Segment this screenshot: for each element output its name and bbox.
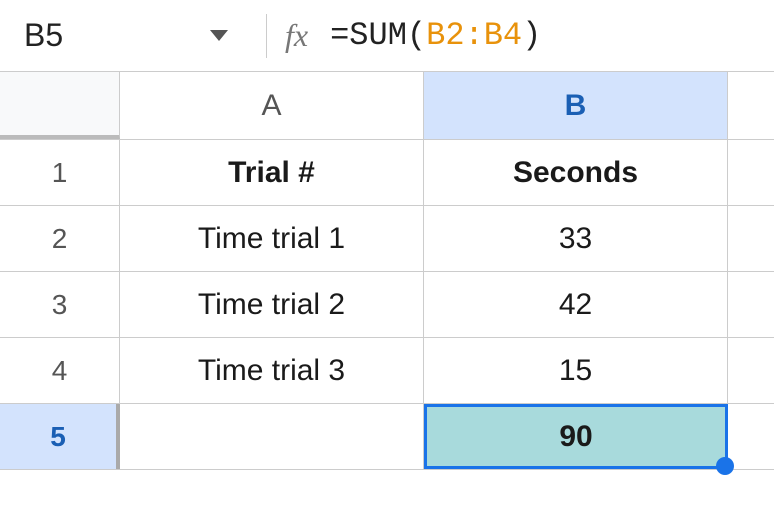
formula-input[interactable]: =SUM(B2:B4) (330, 17, 541, 54)
cell-b2[interactable]: 33 (424, 206, 728, 271)
table-row: 2 Time trial 1 33 (0, 206, 774, 272)
divider (266, 14, 267, 58)
row-header-5[interactable]: 5 (0, 404, 120, 469)
formula-prefix: =SUM( (330, 17, 426, 54)
row-header-3[interactable]: 3 (0, 272, 120, 337)
cell-b5-value: 90 (559, 420, 592, 454)
cell-a3[interactable]: Time trial 2 (120, 272, 424, 337)
cell-a4[interactable]: Time trial 3 (120, 338, 424, 403)
cell-a5[interactable] (120, 404, 424, 469)
cell-reference-box[interactable]: B5 (10, 17, 210, 54)
column-header-a[interactable]: A (120, 72, 424, 139)
fx-icon[interactable]: fx (285, 17, 308, 54)
cell-b4[interactable]: 15 (424, 338, 728, 403)
column-header-row: A B (0, 72, 774, 140)
select-all-corner[interactable] (0, 72, 120, 139)
cell-b3[interactable]: 42 (424, 272, 728, 337)
row-header-2[interactable]: 2 (0, 206, 120, 271)
table-row: 5 90 (0, 404, 774, 470)
table-row: 3 Time trial 2 42 (0, 272, 774, 338)
cell-b5-selected[interactable]: 90 (424, 404, 728, 469)
dropdown-icon[interactable] (210, 30, 228, 41)
column-header-b[interactable]: B (424, 72, 728, 139)
cell-a2[interactable]: Time trial 1 (120, 206, 424, 271)
formula-suffix: ) (522, 17, 541, 54)
table-row: 1 Trial # Seconds (0, 140, 774, 206)
table-row: 4 Time trial 3 15 (0, 338, 774, 404)
row-header-1[interactable]: 1 (0, 140, 120, 205)
row-header-4[interactable]: 4 (0, 338, 120, 403)
formula-bar: B5 fx =SUM(B2:B4) (0, 0, 774, 72)
cell-a1[interactable]: Trial # (120, 140, 424, 205)
formula-range: B2:B4 (426, 17, 522, 54)
cell-b1[interactable]: Seconds (424, 140, 728, 205)
selection-handle[interactable] (716, 457, 734, 475)
spreadsheet-grid: A B 1 Trial # Seconds 2 Time trial 1 33 … (0, 72, 774, 470)
